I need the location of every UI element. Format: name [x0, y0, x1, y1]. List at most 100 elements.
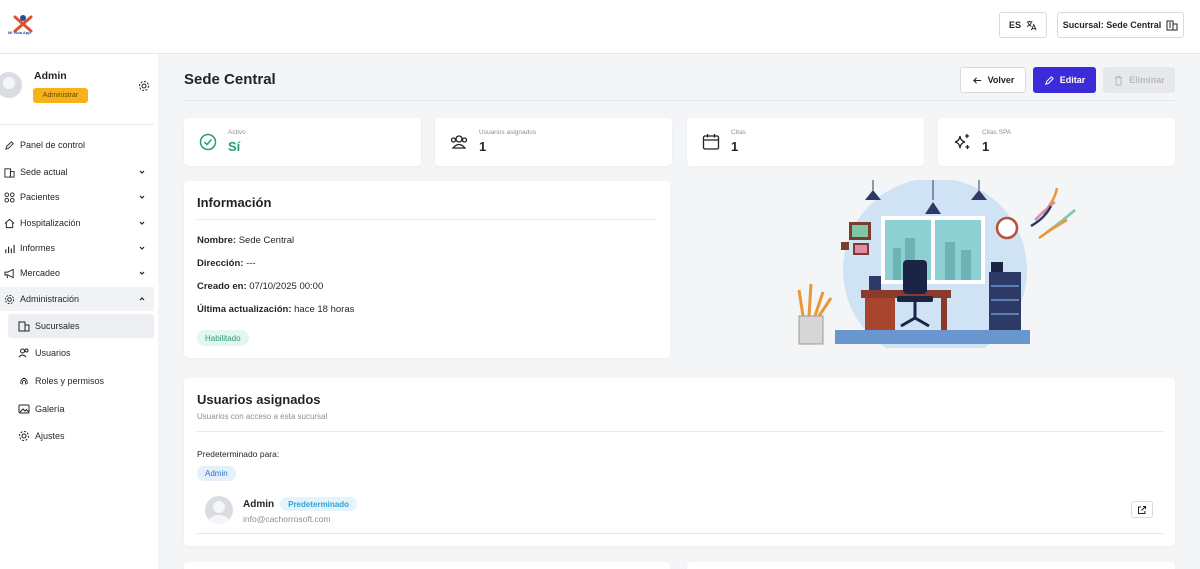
- info-divider: [197, 219, 657, 220]
- building-icon: [1166, 20, 1178, 31]
- paper-clips: [1030, 187, 1076, 240]
- home-icon: [4, 218, 15, 228]
- sidebar-item-label: Informes: [20, 243, 56, 253]
- sidebar: [0, 54, 158, 569]
- delete-button[interactable]: Eliminar: [1103, 67, 1175, 93]
- sidebar-item-panel[interactable]: Panel de control: [0, 133, 154, 157]
- sidebar-item-informes[interactable]: Informes: [0, 236, 154, 260]
- app-logo-text: Mi Vida App: [8, 30, 31, 35]
- grid-icon: [4, 191, 15, 203]
- pencil-icon: [5, 140, 14, 150]
- stat-value: 1: [731, 139, 739, 154]
- sidebar-subitem-usuarios[interactable]: Usuarios: [8, 341, 154, 365]
- info-name-row: Nombre: Sede Central: [197, 235, 294, 246]
- user-role-badge: Administrar: [33, 88, 88, 103]
- stat-value: Sí: [228, 139, 241, 154]
- default-for-badge: Admin: [197, 466, 236, 481]
- stat-label: Usuarios asignados: [479, 129, 537, 136]
- delete-button-label: Eliminar: [1129, 75, 1165, 85]
- sidebar-subitem-galeria[interactable]: Galería: [8, 397, 154, 421]
- chevron-down-icon: [139, 221, 145, 225]
- chevron-down-icon: [139, 170, 145, 174]
- translate-icon: [1026, 20, 1037, 30]
- sidebar-divider: [0, 124, 154, 125]
- info-address-value: ---: [246, 258, 256, 269]
- sidebar-subitem-label: Sucursales: [35, 321, 80, 331]
- wall-clock: [995, 216, 1019, 240]
- sidebar-item-pacientes[interactable]: Pacientes: [0, 185, 154, 209]
- language-button[interactable]: ES: [999, 12, 1047, 38]
- info-address-label: Dirección:: [197, 258, 244, 269]
- calendar-icon: [702, 134, 720, 150]
- sidebar-subitem-label: Usuarios: [35, 348, 71, 358]
- edit-button[interactable]: Editar: [1033, 67, 1096, 93]
- sidebar-subitem-label: Galería: [35, 404, 65, 414]
- pencil-cup: [797, 283, 833, 345]
- next-card-right: [687, 562, 1175, 569]
- status-badge: Habilitado: [197, 330, 249, 346]
- user-name: Admin: [34, 70, 67, 82]
- branch-selector-button[interactable]: Sucursal: Sede Central: [1057, 12, 1184, 38]
- pencil-icon: [1044, 75, 1054, 85]
- sidebar-item-administracion[interactable]: Administración: [0, 287, 154, 311]
- info-created-row: Creado en: 07/10/2025 00:00: [197, 281, 323, 292]
- info-updated-label: Última actualización:: [197, 304, 292, 315]
- sidebar-subitem-roles[interactable]: Roles y permisos: [8, 369, 154, 393]
- sidebar-item-label: Sede actual: [20, 167, 68, 177]
- sidebar-item-mercadeo[interactable]: Mercadeo: [0, 261, 154, 285]
- users-icon: [18, 348, 29, 358]
- sidebar-item-label: Hospitalización: [20, 218, 81, 228]
- illustration-cabinet: [989, 262, 1021, 330]
- assigned-users-card: [184, 378, 1175, 546]
- chevron-down-icon: [139, 195, 145, 199]
- back-button-label: Volver: [987, 75, 1015, 85]
- check-circle-icon: [199, 133, 217, 151]
- open-user-button[interactable]: [1131, 501, 1153, 518]
- chevron-down-icon: [139, 246, 145, 250]
- assigned-users-divider: [197, 431, 1163, 432]
- stat-label: Citas SPA: [982, 129, 1012, 136]
- branch-selector-label: Sucursal: Sede Central: [1062, 20, 1162, 30]
- edit-button-label: Editar: [1059, 75, 1086, 85]
- info-created-value: 07/10/2025 00:00: [249, 281, 324, 292]
- sidebar-item-sede-actual[interactable]: Sede actual: [0, 160, 154, 184]
- stat-value: 1: [982, 139, 990, 154]
- info-name-value: Sede Central: [238, 235, 295, 246]
- language-label: ES: [1008, 20, 1021, 30]
- back-button[interactable]: Volver: [960, 67, 1026, 93]
- sidebar-subitem-ajustes[interactable]: Ajustes: [8, 424, 154, 448]
- gear-icon: [4, 294, 15, 304]
- fingerprint-icon: [20, 377, 28, 385]
- office-illustration: [797, 180, 1076, 348]
- building-icon: [4, 167, 15, 178]
- sidebar-item-label: Pacientes: [20, 192, 60, 202]
- stat-card-users: Usuarios asignados 1: [435, 118, 672, 166]
- default-for-badge-wrap: Admin: [197, 466, 236, 481]
- top-bar: Mi Vida App ES Sucursal: Sede Central: [0, 0, 1200, 54]
- users-icon: [450, 135, 468, 149]
- gear-icon: [19, 431, 29, 441]
- assigned-user-header: Admin Predeterminado: [243, 497, 358, 511]
- external-link-icon: [1138, 505, 1146, 514]
- arrow-left-icon: [972, 76, 981, 84]
- megaphone-icon: [4, 268, 14, 278]
- info-updated-row: Última actualización: hace 18 horas: [197, 304, 354, 315]
- info-created-label: Creado en:: [197, 281, 247, 292]
- sidebar-item-hospitalizacion[interactable]: Hospitalización: [0, 211, 154, 235]
- stat-label: Citas: [731, 129, 746, 136]
- assigned-user-email: info@cachorrosoft.com: [243, 514, 331, 524]
- sidebar-subitem-sucursales[interactable]: Sucursales: [8, 314, 154, 338]
- chevron-down-icon: [139, 271, 145, 275]
- info-name-label: Nombre:: [197, 235, 237, 246]
- sidebar-item-label: Panel de control: [20, 140, 86, 150]
- stat-label: Activo: [228, 129, 246, 136]
- assigned-users-title: Usuarios asignados: [197, 392, 321, 407]
- info-title: Información: [197, 195, 272, 210]
- image-icon: [18, 404, 30, 414]
- trash-icon: [1115, 75, 1123, 86]
- header-divider: [184, 100, 1174, 101]
- user-settings-gear-icon[interactable]: [138, 80, 150, 92]
- sidebar-item-label: Mercadeo: [20, 268, 61, 278]
- illustration-floor: [835, 330, 1030, 344]
- page-title: Sede Central: [184, 71, 276, 88]
